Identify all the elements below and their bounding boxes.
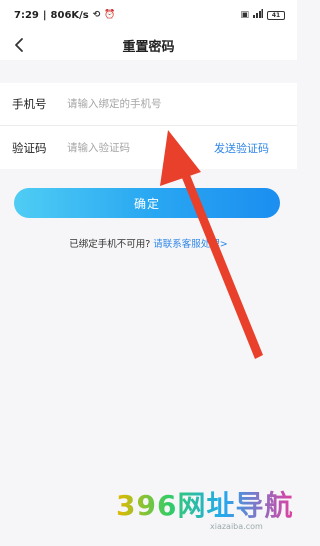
status-separator: | — [42, 9, 47, 21]
contact-support-link[interactable]: 请联系客服处理> — [153, 239, 227, 250]
phone-input[interactable] — [67, 92, 267, 116]
reset-form: 手机号 验证码 发送验证码 — [0, 83, 297, 169]
phone-label: 手机号 — [12, 97, 47, 111]
alarm-icon: ⏰ — [104, 10, 116, 20]
watermark-logo: 396网址导航 xiazaiba.com — [100, 470, 300, 540]
nav-bar: 重置密码 — [0, 30, 297, 60]
status-time: 7:29 — [14, 9, 39, 21]
code-label: 验证码 — [12, 140, 47, 155]
status-bar: 7:29 | 806K/s ⟲ ⏰ ▣ 41 — [0, 0, 297, 30]
confirm-button[interactable]: 确定 — [14, 188, 280, 218]
status-speed: 806K/s — [50, 9, 89, 21]
signal-icon — [253, 9, 263, 21]
help-line: 已绑定手机不可用? 请联系客服处理> — [0, 236, 297, 250]
status-right: ▣ 41 — [240, 9, 285, 21]
annotation-arrow — [160, 130, 263, 359]
phone-row: 手机号 — [0, 83, 297, 126]
battery-icon: 41 — [267, 10, 285, 20]
hd-icon: ▣ — [240, 10, 249, 20]
code-row: 验证码 发送验证码 — [0, 126, 297, 169]
status-left: 7:29 | 806K/s ⟲ ⏰ — [14, 10, 116, 21]
verification-code-input[interactable] — [67, 135, 197, 160]
page-title: 重置密码 — [122, 40, 175, 55]
send-code-button[interactable]: 发送验证码 — [214, 140, 269, 156]
watermark-sub: xiazaiba.com — [210, 522, 263, 531]
help-prefix: 已绑定手机不可用? — [69, 239, 151, 250]
sync-icon: ⟲ — [92, 10, 101, 20]
watermark-text: 396网址导航 — [116, 484, 293, 524]
